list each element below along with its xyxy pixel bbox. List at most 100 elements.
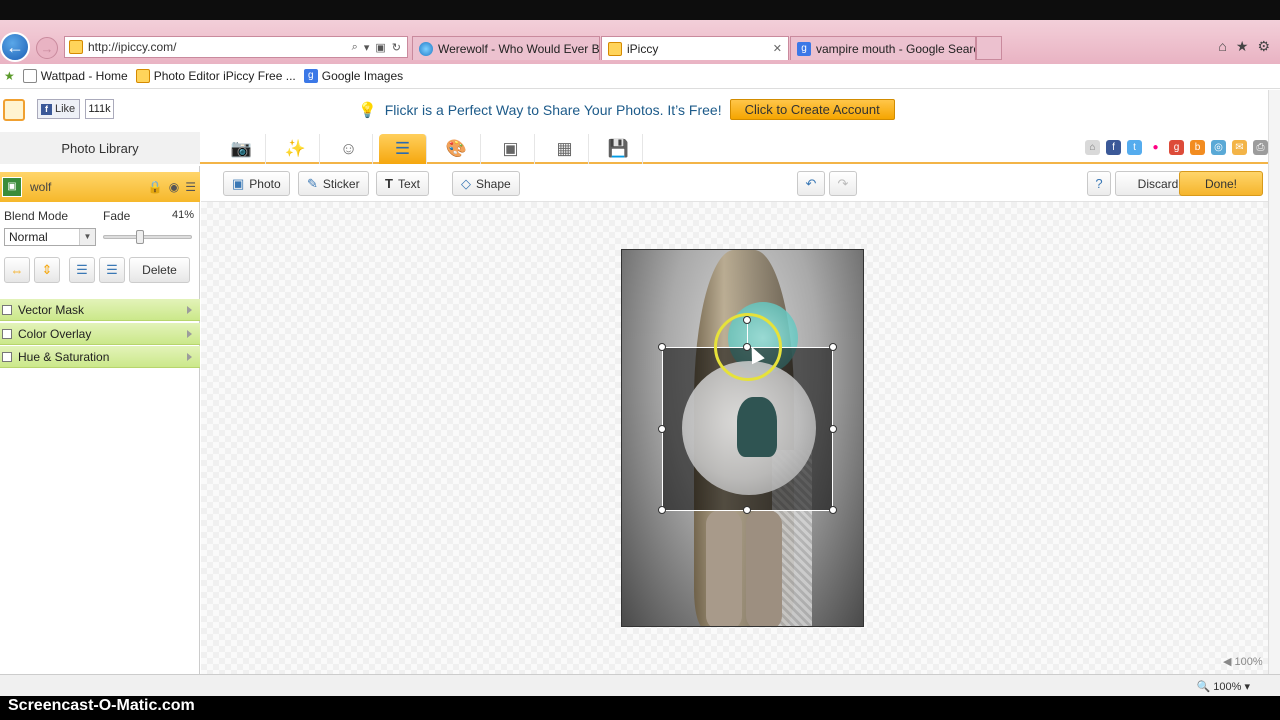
checkbox[interactable]: [2, 328, 12, 339]
layer-stack-icon[interactable]: ☰: [185, 180, 196, 194]
flip-horizontal-button[interactable]: ⇔: [4, 257, 30, 283]
button-label: Text: [397, 176, 420, 191]
address-bar[interactable]: http://ipiccy.com/ ⌕ ▾ ▣ ↻: [64, 36, 408, 58]
ie-page-icon: [419, 41, 433, 56]
new-tab-button[interactable]: [976, 36, 1002, 60]
tab-werewolf[interactable]: Werewolf - Who Would Ever B...: [412, 36, 600, 60]
resize-handle-s[interactable]: [743, 506, 751, 514]
refresh-icon[interactable]: ↻: [392, 41, 401, 54]
texture-icon[interactable]: ▦: [541, 134, 589, 164]
favorite-label: Photo Editor iPiccy Free ...: [153, 69, 296, 83]
layer-thumbnail: ▣: [2, 177, 22, 197]
checkbox[interactable]: [2, 304, 12, 315]
flip-horizontal-icon: ⇔: [10, 262, 24, 278]
email-share-icon[interactable]: ✉: [1232, 140, 1247, 155]
favorites-star-icon[interactable]: ★: [1236, 38, 1249, 55]
home-share-icon[interactable]: ⌂: [1085, 140, 1100, 155]
facebook-like-button[interactable]: f Like: [37, 99, 80, 119]
blend-mode-select[interactable]: Normal ▼: [4, 228, 96, 246]
ipiccy-logo[interactable]: [3, 99, 25, 121]
resize-handle-se[interactable]: [829, 506, 837, 514]
add-favorite-icon[interactable]: ★: [4, 69, 15, 83]
layer-down-icon: ☰: [106, 262, 118, 277]
google-share-icon[interactable]: g: [1169, 140, 1184, 155]
flickr-share-icon[interactable]: ●: [1148, 140, 1163, 155]
promo-banner: 💡 Flickr is a Perfect Way to Share Your …: [358, 99, 895, 120]
photo-library-tab[interactable]: Photo Library: [0, 132, 200, 164]
layer-item-wolf[interactable]: ▣ wolf 🔒 ◉ ☰: [0, 172, 200, 202]
blogger-share-icon[interactable]: b: [1190, 140, 1205, 155]
lightbulb-icon: 💡: [358, 101, 377, 119]
effect-color-overlay[interactable]: Color Overlay: [0, 323, 200, 345]
magic-wand-icon[interactable]: ✨: [272, 134, 320, 164]
lock-icon[interactable]: 🔒: [148, 180, 163, 194]
browser-window: ← → http://ipiccy.com/ ⌕ ▾ ▣ ↻ Werewolf …: [0, 0, 1280, 720]
flip-vertical-button[interactable]: ⇕: [34, 257, 60, 283]
checkbox[interactable]: [2, 351, 12, 362]
resize-handle-ne[interactable]: [829, 343, 837, 351]
help-button[interactable]: ?: [1087, 171, 1111, 196]
effect-vector-mask[interactable]: Vector Mask: [0, 299, 200, 321]
canvas-zoom-label: ◀ 100%: [1223, 656, 1263, 668]
create-account-button[interactable]: Click to Create Account: [729, 99, 895, 120]
wattpad-icon: [22, 69, 37, 83]
home-icon[interactable]: ⌂: [1218, 38, 1226, 55]
favorite-label: Wattpad - Home: [40, 69, 128, 83]
favorite-google-images[interactable]: g Google Images: [303, 69, 404, 83]
button-label: Done!: [1204, 176, 1238, 191]
blend-mode-value: Normal: [9, 230, 48, 244]
tab-close-icon[interactable]: ✕: [773, 42, 782, 55]
done-button[interactable]: Done!: [1179, 171, 1263, 196]
favorite-photo-editor[interactable]: Photo Editor iPiccy Free ...: [135, 69, 296, 83]
ipiccy-favicon: [608, 41, 622, 56]
tab-google-search[interactable]: g vampire mouth - Google Search: [790, 36, 976, 60]
zoom-value: 100%: [1234, 656, 1263, 668]
forward-button[interactable]: →: [36, 37, 58, 59]
print-share-icon[interactable]: ⎙: [1253, 140, 1268, 155]
tab-label: vampire mouth - Google Search: [816, 41, 976, 56]
resize-handle-nw[interactable]: [658, 343, 666, 351]
add-shape-button[interactable]: ◇ Shape: [452, 171, 520, 196]
vertical-scrollbar[interactable]: [1268, 90, 1280, 674]
fade-label: Fade: [103, 209, 131, 223]
effect-hue-saturation[interactable]: Hue & Saturation: [0, 346, 200, 368]
share-icons: ⌂ f t ● g b ◎ ✉ ⎙: [1085, 140, 1268, 155]
add-text-button[interactable]: T Text: [376, 171, 429, 196]
resize-handle-sw[interactable]: [658, 506, 666, 514]
search-icon[interactable]: ⌕: [352, 41, 358, 54]
send-backward-button[interactable]: ☰: [99, 257, 125, 283]
frame-icon[interactable]: ▣: [487, 134, 535, 164]
zoom-status[interactable]: 🔍 100% ▾: [1197, 680, 1250, 693]
add-photo-button[interactable]: ▣ Photo: [223, 171, 290, 196]
face-icon[interactable]: ☺: [325, 134, 373, 164]
facebook-share-icon[interactable]: f: [1106, 140, 1121, 155]
back-button[interactable]: ←: [0, 32, 30, 62]
favorite-wattpad[interactable]: Wattpad - Home: [22, 69, 128, 83]
expand-arrow-icon: [187, 329, 192, 338]
fade-slider[interactable]: [103, 230, 192, 244]
visibility-eye-icon[interactable]: ◉: [169, 180, 179, 194]
favorite-label: Google Images: [321, 69, 404, 83]
photo-icon: ▣: [232, 175, 245, 191]
undo-button[interactable]: ↶: [797, 171, 825, 196]
fade-slider-handle[interactable]: [136, 230, 144, 244]
photo-arm-right: [746, 510, 782, 626]
bring-forward-button[interactable]: ☰: [69, 257, 95, 283]
save-icon[interactable]: 💾: [595, 134, 643, 164]
web-share-icon[interactable]: ◎: [1211, 140, 1226, 155]
add-sticker-button[interactable]: ✎ Sticker: [298, 171, 369, 196]
resize-handle-w[interactable]: [658, 425, 666, 433]
redo-button[interactable]: ↷: [829, 171, 857, 196]
layers-icon[interactable]: ☰: [379, 134, 427, 164]
dropdown-icon[interactable]: ▾: [364, 41, 370, 54]
camera-icon[interactable]: 📷: [218, 134, 266, 164]
delete-layer-button[interactable]: Delete: [129, 257, 190, 283]
compat-icon[interactable]: ▣: [375, 41, 385, 54]
address-text: http://ipiccy.com/: [88, 40, 177, 54]
resize-handle-e[interactable]: [829, 425, 837, 433]
settings-gear-icon[interactable]: ⚙: [1257, 38, 1270, 55]
palette-icon[interactable]: 🎨: [433, 134, 481, 164]
google-icon: g: [303, 69, 318, 83]
twitter-share-icon[interactable]: t: [1127, 140, 1142, 155]
tab-ipiccy[interactable]: iPiccy ✕: [601, 36, 789, 60]
